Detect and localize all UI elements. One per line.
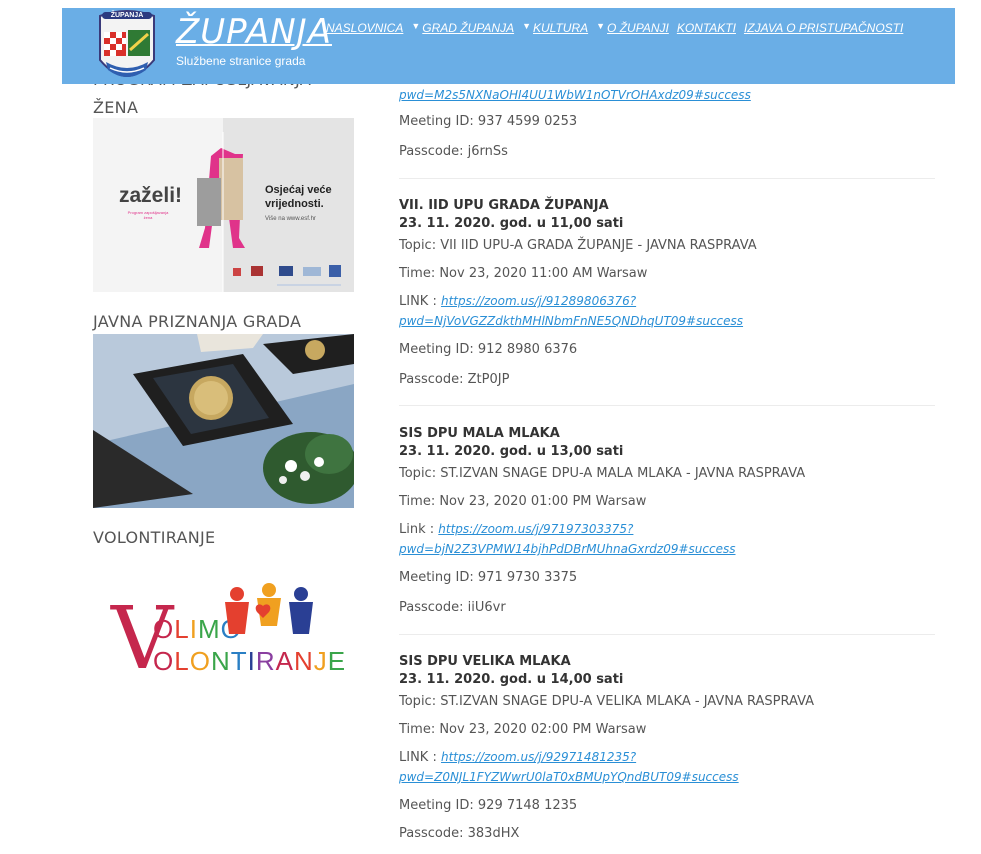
meeting2-link[interactable]: https://zoom.us/j/97197303375? bbox=[438, 522, 633, 536]
meeting2-topic: Topic: ST.IZVAN SNAGE DPU-A MALA MLAKA -… bbox=[399, 466, 806, 481]
site-title[interactable]: ŽUPANJA bbox=[176, 12, 332, 52]
crest-icon bbox=[99, 10, 155, 77]
meeting2-id: Meeting ID: 971 9730 3375 bbox=[399, 570, 578, 585]
meeting0-passcode: Passcode: j6rnSs bbox=[399, 144, 508, 159]
meeting2-date: 23. 11. 2020. god. u 13,00 sati bbox=[399, 444, 624, 459]
meeting3-link-label: LINK : bbox=[399, 750, 441, 765]
meeting1-id: Meeting ID: 912 8980 6376 bbox=[399, 342, 578, 357]
meeting2-link-cont[interactable]: pwd=bjN2Z3VPMW14bjhPdDBrMUhnaGxrdz09#suc… bbox=[399, 542, 736, 556]
meeting1-time: Time: Nov 23, 2020 11:00 AM Warsaw bbox=[399, 266, 648, 281]
meeting3-link-cont[interactable]: pwd=Z0NJL1FYZWwrU0laT0xBMUpYQndBUT09#suc… bbox=[399, 770, 739, 784]
meeting1-title: VII. IID UPU GRADA ŽUPANJA bbox=[399, 198, 609, 213]
meeting0-link-tail[interactable]: pwd=M2s5NXNaOHI4UU1WbW1nOTVrOHAxdz09#suc… bbox=[399, 88, 751, 102]
separator bbox=[399, 405, 935, 406]
volontiranje-logo[interactable]: V OLIMO OLONTIRANJE bbox=[93, 580, 354, 692]
meeting3-topic: Topic: ST.IZVAN SNAGE DPU-A VELIKA MLAKA… bbox=[399, 694, 815, 709]
zazeli-banner[interactable]: zaželi! Program zapošljavanja žena Osjeć… bbox=[93, 118, 354, 292]
sidebar-heading-volontiranje[interactable]: VOLONTIRANJE bbox=[93, 528, 215, 547]
city-crest-logo[interactable]: ŽUPANJA bbox=[96, 10, 158, 92]
crest-banner-text: ŽUPANJA bbox=[102, 12, 152, 19]
volunteers-figures-icon bbox=[225, 583, 313, 634]
zazeli-slogan-line1: Osjećaj veće bbox=[265, 184, 332, 196]
meeting2-passcode: Passcode: iiU6vr bbox=[399, 600, 506, 615]
main-nav: NASLOVNICA ▼ GRAD ŽUPANJA ▼ KULTURA ▼ O ŽUPANJ… bbox=[326, 21, 911, 35]
medals-image bbox=[93, 334, 354, 508]
meeting0-id: Meeting ID: 937 4599 0253 bbox=[399, 114, 578, 129]
meeting1-topic: Topic: VII IID UPU-A GRADA ŽUPANJE - JAV… bbox=[399, 238, 757, 253]
meeting3-date: 23. 11. 2020. god. u 14,00 sati bbox=[399, 672, 624, 687]
zazeli-logo: zaželi! bbox=[119, 184, 183, 207]
nav-item-naslovnica[interactable]: NASLOVNICA bbox=[326, 21, 403, 35]
nav-item-o-upanji[interactable]: O ŽUPANJI bbox=[607, 21, 669, 35]
site-subtitle: Službene stranice grada bbox=[176, 54, 306, 68]
chevron-down-icon[interactable]: ▼ bbox=[411, 21, 420, 35]
meeting3-link-row: LINK : https://zoom.us/j/92971481235? bbox=[399, 750, 636, 765]
chevron-down-icon[interactable]: ▼ bbox=[596, 21, 605, 35]
meeting2-time: Time: Nov 23, 2020 01:00 PM Warsaw bbox=[399, 494, 647, 509]
nav-item-izjava-o-pristupa-nosti[interactable]: IZJAVA O PRISTUPAČNOSTI bbox=[744, 21, 903, 35]
meeting2-link-row: Link : https://zoom.us/j/97197303375? bbox=[399, 522, 633, 537]
meeting3-passcode: Passcode: 383dHX bbox=[399, 826, 520, 841]
meeting2-link-label: Link : bbox=[399, 522, 439, 537]
meeting1-link-row: LINK : https://zoom.us/j/91289806376? bbox=[399, 294, 636, 309]
volontiranje-line2: OLONTIRANJE bbox=[153, 646, 347, 676]
meeting3-title: SIS DPU VELIKA MLAKA bbox=[399, 654, 571, 669]
site-header: ŽUPANJA ŽUPANJA Službene stranice grada … bbox=[62, 8, 955, 84]
meeting3-time: Time: Nov 23, 2020 02:00 PM Warsaw bbox=[399, 722, 647, 737]
separator bbox=[399, 634, 935, 635]
meeting2-title: SIS DPU MALA MLAKA bbox=[399, 426, 560, 441]
javna-priznanja-photo[interactable] bbox=[93, 334, 354, 508]
zazeli-logo-sub: Program zapošljavanja žena bbox=[127, 210, 169, 220]
sidebar-heading-zaposljavanje-line2[interactable]: ŽENA bbox=[93, 98, 138, 117]
zazeli-url: Više na www.esf.hr bbox=[265, 216, 316, 222]
meeting3-link[interactable]: https://zoom.us/j/92971481235? bbox=[441, 750, 636, 764]
meeting1-link-cont[interactable]: pwd=NjVoVGZZdkthMHlNbmFnNE5QNDhqUT09#suc… bbox=[399, 314, 743, 328]
meeting1-passcode: Passcode: ZtP0JP bbox=[399, 372, 510, 387]
separator bbox=[399, 178, 935, 179]
meeting1-date: 23. 11. 2020. god. u 11,00 sati bbox=[399, 216, 624, 231]
chevron-down-icon[interactable]: ▼ bbox=[522, 21, 531, 35]
nav-item-grad-upanja[interactable]: GRAD ŽUPANJA bbox=[422, 21, 514, 35]
sidebar-heading-javna-priznanja[interactable]: JAVNA PRIZNANJA GRADA bbox=[93, 312, 301, 331]
nav-item-kontakti[interactable]: KONTAKTI bbox=[677, 21, 736, 35]
meeting1-link[interactable]: https://zoom.us/j/91289806376? bbox=[441, 294, 636, 308]
nav-item-kultura[interactable]: KULTURA bbox=[533, 21, 588, 35]
meeting3-id: Meeting ID: 929 7148 1235 bbox=[399, 798, 578, 813]
meeting1-link-label: LINK : bbox=[399, 294, 441, 309]
zazeli-slogan-line2: vrijednosti. bbox=[265, 198, 324, 210]
